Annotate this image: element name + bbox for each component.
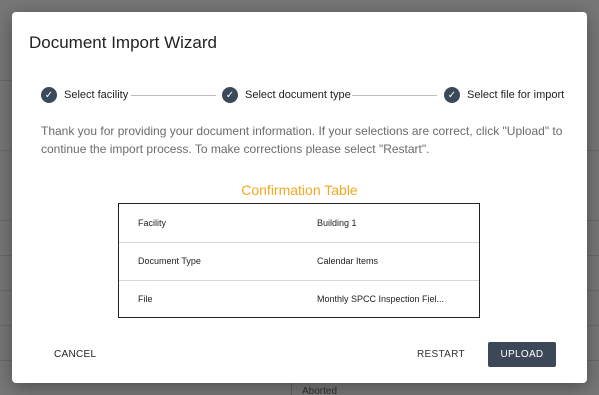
- confirmation-table-title: Confirmation Table: [241, 182, 358, 198]
- step-label: Select file for import: [467, 89, 565, 101]
- row-label: File: [138, 294, 153, 304]
- step-select-document-type: ✓ Select document type: [222, 86, 351, 104]
- step-select-file: ✓ Select file for import: [444, 86, 564, 104]
- upload-button[interactable]: UPLOAD: [488, 342, 556, 367]
- check-circle-icon: ✓: [41, 87, 57, 103]
- check-circle-icon: ✓: [222, 87, 238, 103]
- dialog-title: Document Import Wizard: [29, 33, 217, 52]
- instructions-text: Thank you for providing your document in…: [41, 124, 563, 156]
- step-label: Select document type: [245, 89, 351, 101]
- background-column-divider: [291, 383, 292, 395]
- table-row: Document Type Calendar Items: [119, 242, 479, 280]
- table-row: Facility Building 1: [119, 204, 479, 242]
- row-label: Facility: [138, 218, 167, 228]
- step-select-facility: ✓ Select facility: [41, 86, 128, 104]
- row-label: Document Type: [138, 256, 201, 266]
- confirmation-table: Facility Building 1 Document Type Calend…: [118, 203, 480, 318]
- row-value: Calendar Items: [317, 256, 379, 266]
- check-circle-icon: ✓: [444, 87, 460, 103]
- wizard-stepper: ✓ Select facility ✓ Select document type…: [41, 86, 564, 104]
- row-value: Monthly SPCC Inspection Fiel...: [317, 294, 445, 304]
- step-connector: [352, 95, 437, 96]
- cancel-button[interactable]: CANCEL: [54, 349, 96, 360]
- step-label: Select facility: [64, 89, 129, 101]
- background-status-text: Aborted: [302, 386, 338, 395]
- background-table-lines: [0, 0, 12, 395]
- restart-button[interactable]: RESTART: [417, 349, 465, 360]
- row-value: Building 1: [317, 218, 357, 228]
- table-row: File Monthly SPCC Inspection Fiel...: [119, 280, 479, 318]
- step-connector: [131, 95, 216, 96]
- import-wizard-dialog: Document Import Wizard ✓ Select facility…: [12, 12, 587, 383]
